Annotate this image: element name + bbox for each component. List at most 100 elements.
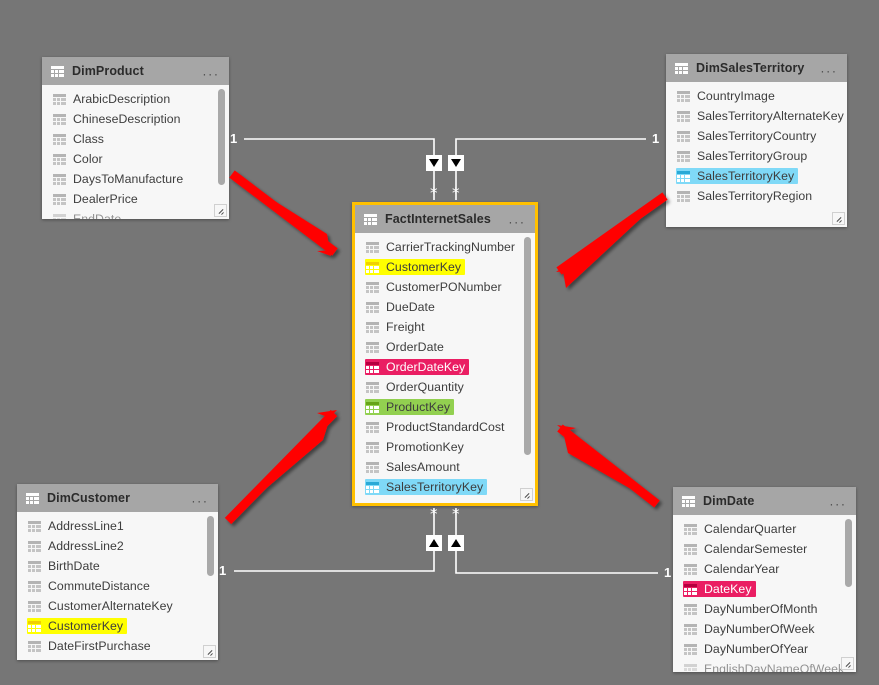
field-row[interactable]: CustomerAlternateKey bbox=[17, 596, 218, 616]
field-row[interactable]: DealerPrice bbox=[42, 189, 229, 209]
cardinality-many-product: * bbox=[430, 184, 438, 202]
field-list-dimdate: CalendarQuarter CalendarSemester CalendarY… bbox=[673, 515, 856, 672]
field-row[interactable]: ProductKey bbox=[355, 397, 535, 417]
field-row[interactable]: OrderQuantity bbox=[355, 377, 535, 397]
table-card-factinternetsales[interactable]: FactInternetSales ... CarrierTrackingNum… bbox=[352, 202, 538, 506]
column-icon bbox=[53, 113, 66, 125]
model-diagram-canvas[interactable]: 1 1 1 1 * * * * DimProduct ... ArabicDes… bbox=[0, 0, 879, 685]
table-card-dimcustomer[interactable]: DimCustomer ... AddressLine1 AddressLine2… bbox=[17, 484, 218, 660]
table-title: FactInternetSales bbox=[385, 212, 491, 226]
table-header-dimproduct[interactable]: DimProduct ... bbox=[42, 57, 229, 85]
field-row[interactable]: OrderDate bbox=[355, 337, 535, 357]
table-card-dimproduct[interactable]: DimProduct ... ArabicDescription ChineseD… bbox=[42, 57, 229, 219]
field-label: SalesTerritoryGroup bbox=[697, 149, 808, 163]
relationship-line-customer-fact[interactable] bbox=[234, 508, 435, 572]
resize-grip[interactable] bbox=[520, 488, 533, 501]
resize-grip[interactable] bbox=[832, 212, 845, 225]
column-icon bbox=[366, 481, 379, 493]
field-row[interactable]: AddressLine1 bbox=[17, 516, 218, 536]
field-row[interactable]: ProductStandardCost bbox=[355, 417, 535, 437]
field-chip: ProductStandardCost bbox=[365, 419, 509, 435]
more-options-icon[interactable]: ... bbox=[203, 65, 220, 78]
more-options-icon[interactable]: ... bbox=[509, 213, 526, 226]
field-label: CommuteDistance bbox=[48, 579, 150, 593]
field-row[interactable]: CalendarSemester bbox=[673, 539, 856, 559]
vertical-scrollbar[interactable] bbox=[524, 237, 531, 455]
field-label: CountryImage bbox=[697, 89, 775, 103]
field-label: BirthDate bbox=[48, 559, 100, 573]
more-options-icon[interactable]: ... bbox=[192, 492, 209, 505]
field-label: ArabicDescription bbox=[73, 92, 171, 106]
field-row[interactable]: DayNumberOfYear bbox=[673, 639, 856, 659]
field-row[interactable]: AddressLine2 bbox=[17, 536, 218, 556]
table-header-dimsalesterritory[interactable]: DimSalesTerritory ... bbox=[666, 54, 847, 82]
vertical-scrollbar[interactable] bbox=[845, 519, 852, 587]
field-row[interactable]: OrderDateKey bbox=[355, 357, 535, 377]
field-label: CarrierTrackingNumber bbox=[386, 240, 516, 254]
field-list-factinternetsales: CarrierTrackingNumber CustomerKey Customer… bbox=[355, 233, 535, 497]
field-row[interactable]: ChineseDescription bbox=[42, 109, 229, 129]
relationship-line-product-fact[interactable] bbox=[244, 138, 435, 200]
field-row[interactable]: SalesTerritoryRegion bbox=[666, 186, 847, 206]
cardinality-one-product: 1 bbox=[230, 131, 238, 146]
field-label: CustomerKey bbox=[386, 260, 462, 274]
field-chip: CalendarSemester bbox=[683, 541, 811, 557]
table-icon bbox=[26, 492, 39, 504]
field-row[interactable]: Color bbox=[42, 149, 229, 169]
field-row[interactable]: DueDate bbox=[355, 297, 535, 317]
field-chip: ChineseDescription bbox=[52, 111, 185, 127]
field-row[interactable]: CustomerKey bbox=[17, 616, 218, 636]
field-chip: EndDate bbox=[52, 211, 125, 219]
field-label: Class bbox=[73, 132, 104, 146]
field-row[interactable]: CustomerKey bbox=[355, 257, 535, 277]
field-chip: CustomerKey bbox=[365, 259, 466, 275]
resize-grip[interactable] bbox=[841, 657, 854, 670]
field-row[interactable]: SalesTerritoryKey bbox=[666, 166, 847, 186]
field-row[interactable]: SalesTerritoryKey bbox=[355, 477, 535, 497]
field-row[interactable]: CalendarYear bbox=[673, 559, 856, 579]
field-row[interactable]: SalesTerritoryCountry bbox=[666, 126, 847, 146]
field-row[interactable]: Class bbox=[42, 129, 229, 149]
table-card-dimsalesterritory[interactable]: DimSalesTerritory ... CountryImage SalesT… bbox=[666, 54, 847, 227]
relationship-line-date-fact[interactable] bbox=[455, 508, 658, 574]
field-row[interactable]: ArabicDescription bbox=[42, 89, 229, 109]
table-header-dimcustomer[interactable]: DimCustomer ... bbox=[17, 484, 218, 512]
field-row[interactable]: EndDate bbox=[42, 209, 229, 219]
field-chip: Freight bbox=[365, 319, 429, 335]
field-chip: CustomerKey bbox=[27, 618, 128, 634]
field-row[interactable]: SalesAmount bbox=[355, 457, 535, 477]
field-row[interactable]: DayNumberOfWeek bbox=[673, 619, 856, 639]
more-options-icon[interactable]: ... bbox=[821, 62, 838, 75]
field-row[interactable]: CountryImage bbox=[666, 86, 847, 106]
column-icon bbox=[677, 130, 690, 142]
table-icon bbox=[675, 62, 688, 74]
vertical-scrollbar[interactable] bbox=[207, 516, 214, 576]
field-row[interactable]: CustomerPONumber bbox=[355, 277, 535, 297]
field-row[interactable]: SalesTerritoryGroup bbox=[666, 146, 847, 166]
field-row[interactable]: SalesTerritoryAlternateKey bbox=[666, 106, 847, 126]
field-row[interactable]: DaysToManufacture bbox=[42, 169, 229, 189]
field-row[interactable]: BirthDate bbox=[17, 556, 218, 576]
field-row[interactable]: CalendarQuarter bbox=[673, 519, 856, 539]
field-label: Color bbox=[73, 152, 103, 166]
field-chip: PromotionKey bbox=[365, 439, 468, 455]
resize-grip[interactable] bbox=[203, 645, 216, 658]
vertical-scrollbar[interactable] bbox=[218, 89, 225, 185]
resize-grip[interactable] bbox=[214, 204, 227, 217]
field-row[interactable]: CarrierTrackingNumber bbox=[355, 237, 535, 257]
field-row[interactable]: CommuteDistance bbox=[17, 576, 218, 596]
field-row[interactable]: PromotionKey bbox=[355, 437, 535, 457]
table-card-dimdate[interactable]: DimDate ... CalendarQuarter CalendarSemes… bbox=[673, 487, 856, 672]
table-header-factinternetsales[interactable]: FactInternetSales ... bbox=[355, 205, 535, 233]
field-row[interactable]: DateFirstPurchase bbox=[17, 636, 218, 656]
field-row[interactable]: DateKey bbox=[673, 579, 856, 599]
more-options-icon[interactable]: ... bbox=[830, 495, 847, 508]
table-header-dimdate[interactable]: DimDate ... bbox=[673, 487, 856, 515]
field-row[interactable]: EnglishDayNameOfWeek bbox=[673, 659, 856, 672]
relationship-line-territory-fact[interactable] bbox=[455, 138, 646, 200]
field-row[interactable]: DayNumberOfMonth bbox=[673, 599, 856, 619]
column-icon bbox=[366, 421, 379, 433]
field-row[interactable]: Freight bbox=[355, 317, 535, 337]
field-label: CalendarQuarter bbox=[704, 522, 797, 536]
field-chip: AddressLine2 bbox=[27, 538, 128, 554]
